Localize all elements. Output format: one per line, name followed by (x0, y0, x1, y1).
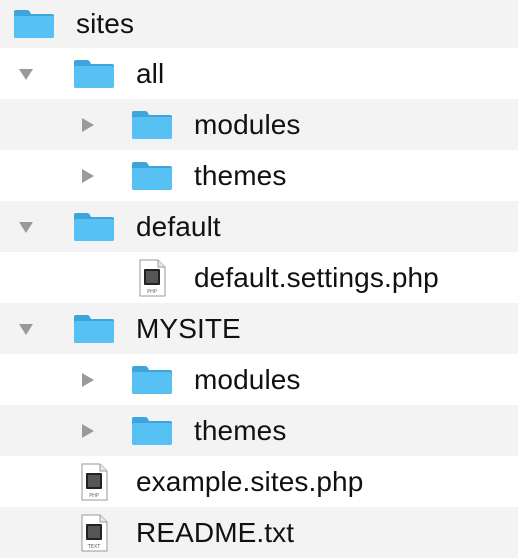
tree-row-mysite-themes[interactable]: themes (0, 405, 518, 456)
tree-label: themes (194, 159, 287, 191)
tree-row-mysite[interactable]: MYSITE (0, 303, 518, 354)
tree-label: all (136, 57, 165, 89)
tree-label: modules (194, 363, 301, 395)
tree-label: default (136, 210, 221, 242)
file-badge: PHP (147, 289, 157, 295)
tree-label: sites (76, 8, 135, 39)
folder-icon (130, 364, 174, 396)
disclosure-expanded-icon[interactable] (18, 219, 34, 235)
tree-row-example-sites-php[interactable]: PHP example.sites.php (0, 456, 518, 507)
tree-label: example.sites.php (136, 465, 364, 497)
folder-icon (72, 58, 116, 90)
text-file-icon: TEXT (80, 514, 108, 552)
file-tree: sites all modules themes default PHP def… (0, 0, 518, 558)
php-file-icon: PHP (80, 463, 108, 501)
folder-icon (72, 313, 116, 345)
tree-row-sites[interactable]: sites (0, 0, 518, 48)
tree-label: README.txt (136, 516, 295, 548)
tree-row-all-modules[interactable]: modules (0, 99, 518, 150)
folder-icon (130, 415, 174, 447)
tree-row-all-themes[interactable]: themes (0, 150, 518, 201)
disclosure-expanded-icon[interactable] (18, 66, 34, 82)
tree-label: themes (194, 414, 287, 446)
tree-row-readme-txt[interactable]: TEXT README.txt (0, 507, 518, 558)
php-file-icon: PHP (138, 259, 166, 297)
disclosure-collapsed-icon[interactable] (80, 423, 96, 439)
tree-row-default[interactable]: default (0, 201, 518, 252)
disclosure-collapsed-icon[interactable] (80, 117, 96, 133)
tree-label: modules (194, 108, 301, 140)
disclosure-expanded-icon[interactable] (18, 321, 34, 337)
tree-row-default-settings-php[interactable]: PHP default.settings.php (0, 252, 518, 303)
tree-row-all[interactable]: all (0, 48, 518, 99)
tree-label: MYSITE (136, 312, 241, 344)
disclosure-collapsed-icon[interactable] (80, 372, 96, 388)
folder-icon (72, 211, 116, 243)
folder-icon (130, 160, 174, 192)
tree-label: default.settings.php (194, 261, 439, 293)
disclosure-collapsed-icon[interactable] (80, 168, 96, 184)
tree-row-mysite-modules[interactable]: modules (0, 354, 518, 405)
folder-icon (130, 109, 174, 141)
folder-icon (12, 8, 56, 40)
file-badge: PHP (89, 493, 99, 499)
